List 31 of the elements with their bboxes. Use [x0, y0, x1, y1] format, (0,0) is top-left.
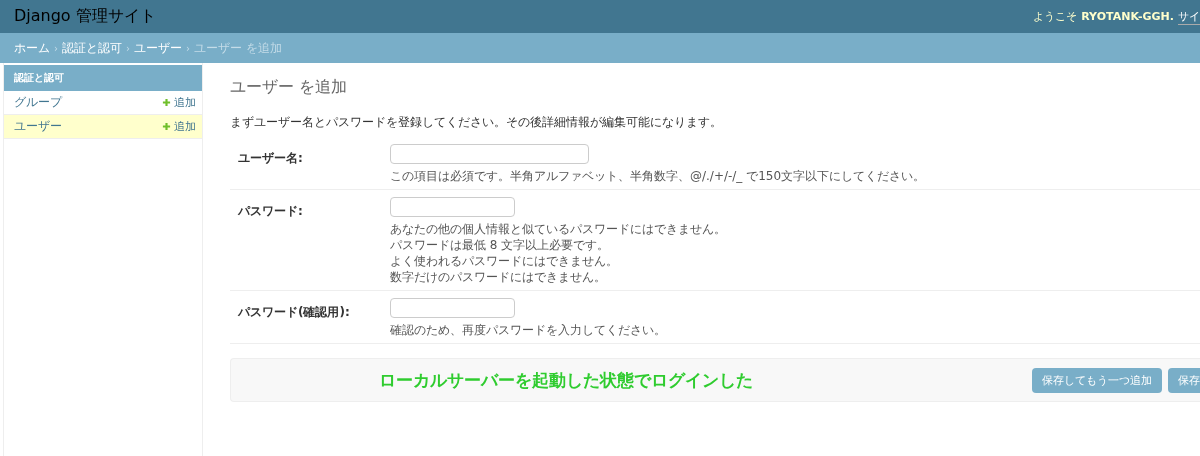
add-link[interactable]: 追加 — [162, 119, 196, 134]
breadcrumb-current: ユーザー を追加 — [194, 39, 282, 57]
model-link[interactable]: グループ — [14, 94, 62, 111]
intro-text: まずユーザー名とパスワードを登録してください。その後詳細情報が編集可能になります。 — [230, 114, 723, 131]
welcome-text: ようこそ — [1033, 9, 1078, 24]
help-text: この項目は必須です。半角アルファベット、半角数字、@/./+/-/_ で150文字以下にしてください。 — [390, 169, 926, 183]
help-text: よく使われるパスワードにはできません。 — [390, 254, 619, 268]
input-field[interactable] — [390, 197, 515, 217]
view-site-link[interactable]: サイ — [1178, 8, 1200, 25]
input-field[interactable] — [390, 144, 589, 164]
sidebar-item[interactable]: ユーザー 追加 — [4, 115, 202, 139]
site-title[interactable]: Django 管理サイト — [14, 6, 156, 27]
separator-icon: › — [126, 42, 130, 54]
field-label: パスワード: — [238, 203, 304, 220]
help-text: あなたの他の個人情報と似ているパスワードにはできません。 — [390, 222, 726, 236]
sidebar-caption: 認証と認可 — [4, 65, 202, 91]
page-title: ユーザー を追加 — [230, 77, 349, 98]
separator-icon: › — [54, 42, 58, 54]
input-field[interactable] — [390, 298, 515, 318]
add-link[interactable]: 追加 — [162, 95, 196, 110]
annotation-text: ローカルサーバーを起動した状態でログインした — [379, 368, 753, 392]
model-link[interactable]: ユーザー — [14, 118, 62, 135]
field-label: パスワード(確認用): — [238, 304, 351, 321]
user-name: RYOTANK-GGH. — [1081, 10, 1174, 23]
field-label: ユーザー名: — [238, 150, 304, 167]
separator-icon: › — [186, 42, 190, 54]
help-text: 数字だけのパスワードにはできません。 — [390, 270, 607, 284]
help-text: パスワードは最低 8 文字以上必要です。 — [390, 238, 611, 252]
plus-icon — [162, 98, 171, 107]
help-text: 確認のため、再度パスワードを入力してください。 — [390, 323, 666, 337]
plus-icon — [162, 122, 171, 131]
